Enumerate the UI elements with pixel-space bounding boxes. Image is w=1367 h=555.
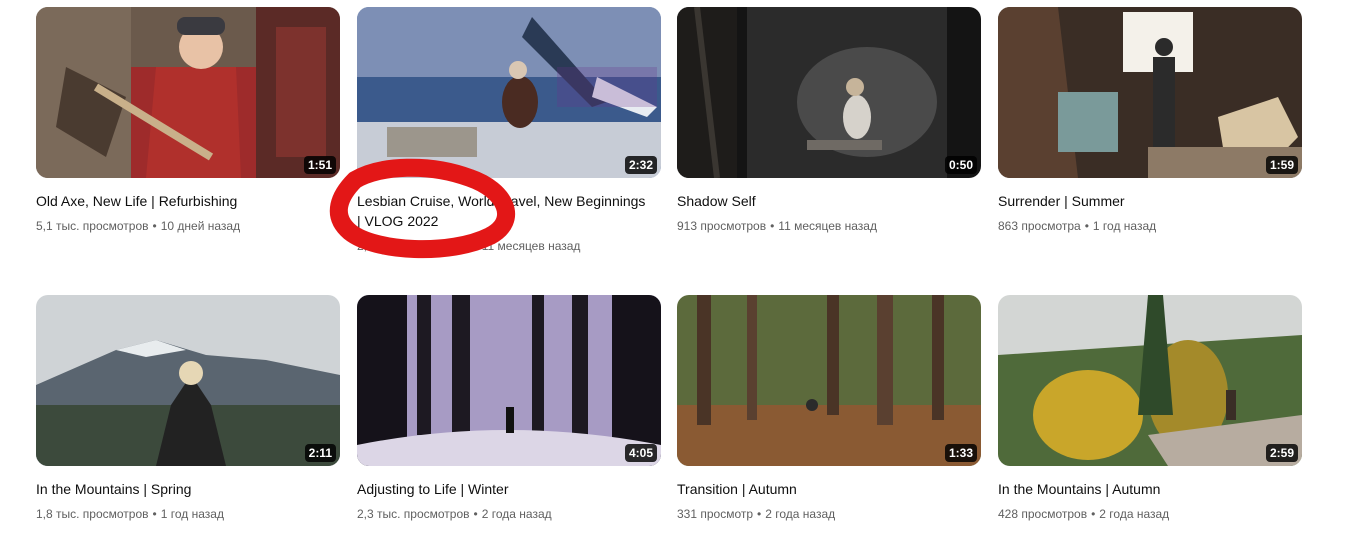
view-count: 913 просмотров — [677, 219, 767, 233]
duration-badge: 0:50 — [944, 156, 977, 174]
view-count: 331 просмотр — [677, 507, 754, 521]
video-thumbnail[interactable]: 1:51 — [36, 7, 340, 178]
thumbnail-image — [36, 7, 340, 178]
meta-separator: • — [1084, 219, 1089, 233]
thumbnail-image — [998, 7, 1302, 178]
view-count: 5,1 тыс. просмотров — [36, 219, 149, 233]
meta-separator: • — [757, 507, 762, 521]
duration-badge: 1:33 — [944, 444, 977, 462]
thumbnail-image — [677, 295, 981, 466]
duration-badge: 2:11 — [304, 444, 336, 462]
meta-separator: • — [473, 507, 478, 521]
video-thumbnail[interactable]: 1:33 — [677, 295, 981, 466]
video-thumbnail[interactable]: 1:59 — [998, 7, 1302, 178]
thumbnail-image — [357, 295, 661, 466]
video-title[interactable]: Lesbian Cruise, World Travel, New Beginn… — [357, 191, 647, 231]
view-count: 2,9 тыс. просмотров — [357, 239, 470, 253]
meta-separator: • — [152, 219, 157, 233]
upload-age: 2 года назад — [765, 507, 836, 521]
upload-age: 1 год назад — [1092, 219, 1157, 233]
video-thumbnail[interactable]: 4:05 — [357, 295, 661, 466]
upload-age: 11 месяцев назад — [778, 219, 877, 233]
video-title[interactable]: Surrender | Summer — [998, 191, 1288, 211]
meta-separator: • — [473, 239, 478, 253]
video-meta: 2,3 тыс. просмотров • 2 года назад — [357, 505, 552, 523]
thumbnail-image — [357, 7, 661, 178]
meta-separator: • — [152, 507, 157, 521]
video-meta: 331 просмотр • 2 года назад — [677, 505, 835, 523]
video-meta: 913 просмотров • 11 месяцев назад — [677, 217, 877, 235]
video-meta: 5,1 тыс. просмотров • 10 дней назад — [36, 217, 240, 235]
meta-separator: • — [1091, 507, 1096, 521]
view-count: 2,3 тыс. просмотров — [357, 507, 470, 521]
thumbnail-image — [998, 295, 1302, 466]
duration-badge: 2:32 — [624, 156, 657, 174]
video-title[interactable]: In the Mountains | Spring — [36, 479, 326, 499]
video-thumbnail[interactable]: 2:59 — [998, 295, 1302, 466]
video-thumbnail[interactable]: 2:32 — [357, 7, 661, 178]
upload-age: 11 месяцев назад — [481, 239, 581, 253]
thumbnail-image — [36, 295, 340, 466]
duration-badge: 4:05 — [624, 444, 657, 462]
meta-separator: • — [770, 219, 775, 233]
video-meta: 428 просмотров • 2 года назад — [998, 505, 1169, 523]
duration-badge: 1:51 — [303, 156, 336, 174]
thumbnail-image — [677, 7, 981, 178]
video-meta: 1,8 тыс. просмотров • 1 год назад — [36, 505, 224, 523]
video-thumbnail[interactable]: 0:50 — [677, 7, 981, 178]
video-thumbnail[interactable]: 2:11 — [36, 295, 340, 466]
view-count: 863 просмотра — [998, 219, 1081, 233]
video-title[interactable]: Adjusting to Life | Winter — [357, 479, 647, 499]
video-title[interactable]: Old Axe, New Life | Refurbishing — [36, 191, 326, 211]
upload-age: 10 дней назад — [160, 219, 241, 233]
video-meta: 2,9 тыс. просмотров • 11 месяцев назад — [357, 237, 580, 255]
upload-age: 2 года назад — [1099, 507, 1170, 521]
duration-badge: 2:59 — [1265, 444, 1298, 462]
view-count: 428 просмотров — [998, 507, 1088, 521]
video-title[interactable]: Transition | Autumn — [677, 479, 967, 499]
video-title[interactable]: In the Mountains | Autumn — [998, 479, 1288, 499]
upload-age: 1 год назад — [160, 507, 224, 521]
view-count: 1,8 тыс. просмотров — [36, 507, 149, 521]
video-meta: 863 просмотра • 1 год назад — [998, 217, 1156, 235]
upload-age: 2 года назад — [481, 507, 552, 521]
duration-badge: 1:59 — [1265, 156, 1298, 174]
video-title[interactable]: Shadow Self — [677, 191, 967, 211]
